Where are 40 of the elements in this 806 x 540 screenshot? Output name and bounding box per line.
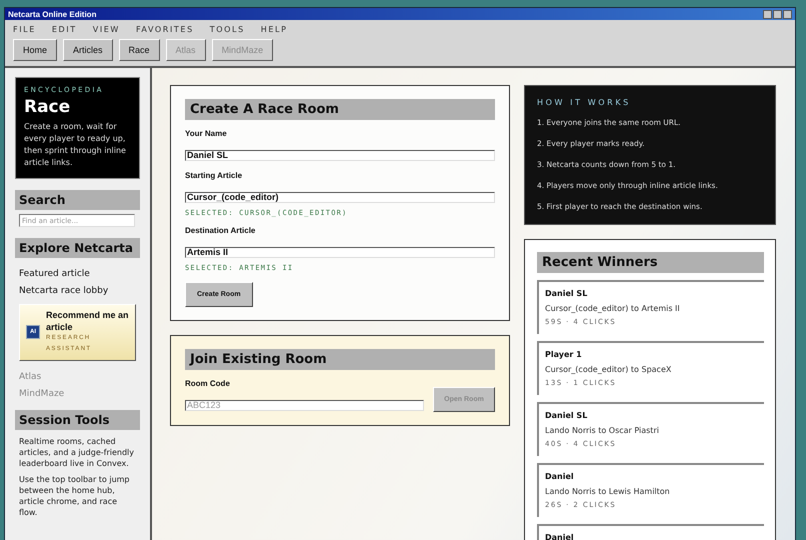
toolbar-button[interactable]: Articles	[63, 39, 113, 61]
menu-item[interactable]: TOOLS	[210, 25, 245, 34]
winner-name: Daniel	[545, 472, 575, 481]
toolbar-button[interactable]: Home	[13, 39, 58, 61]
panel-heading: HOW IT WORKS	[537, 98, 632, 107]
field-label: Your Name	[185, 129, 228, 138]
winner-route: Lando Norris to Lewis Hamilton	[545, 487, 671, 496]
menu-item[interactable]: EDIT	[52, 25, 77, 34]
card-heading: Recent Winners	[537, 252, 764, 273]
section-heading: Explore Netcarta	[15, 238, 140, 258]
field-label: Destination Article	[185, 226, 256, 235]
text-field[interactable]: Cursor_(code_editor)	[185, 192, 495, 202]
field-label: Starting Article	[185, 171, 244, 180]
winner-name: Daniel SL	[545, 289, 588, 298]
room-code-field[interactable]: ABC123	[185, 400, 424, 410]
field-label: Room Code	[185, 379, 231, 388]
session-text: Use the top toolbar to jump between the home hub, article chrome, and race flow.	[19, 474, 131, 518]
section-heading: Session Tools	[15, 410, 140, 430]
winner-name: Daniel	[545, 533, 575, 540]
text-field[interactable]: Daniel SL	[185, 150, 495, 160]
intro-text: Create a room, wait for every player to ready up, then sprint through inline article links.	[24, 121, 127, 169]
winner-route: Cursor_(code_editor) to SpaceX	[545, 365, 672, 374]
menu-item[interactable]: FILE	[13, 25, 36, 34]
toolbar-button[interactable]: Race	[118, 39, 160, 61]
winner-name: Daniel SL	[545, 411, 588, 420]
card-heading: Join Existing Room	[185, 349, 495, 370]
sidebar-link[interactable]: Netcarta race lobby	[19, 286, 136, 296]
menu-item[interactable]: HELP	[260, 25, 288, 34]
window-title: Netcarta Online Edition	[8, 10, 96, 18]
card-heading: Create A Race Room	[185, 99, 495, 120]
sidebar-link[interactable]: Featured article	[19, 269, 136, 279]
section-heading: Search	[15, 190, 140, 210]
text-field[interactable]: Artemis II	[185, 246, 495, 258]
session-text: Realtime rooms, cached articles, and a judge-friendly leaderboard live in Convex.	[19, 436, 135, 469]
menu-item[interactable]: FAVORITES	[136, 25, 194, 34]
menu-item[interactable]: VIEW	[92, 25, 120, 34]
winner-name: Player 1	[545, 350, 583, 359]
page-title: Race	[24, 97, 72, 117]
winner-route: Cursor_(code_editor) to Artemis II	[545, 304, 681, 313]
winner-route: Lando Norris to Oscar Piastri	[545, 426, 660, 435]
